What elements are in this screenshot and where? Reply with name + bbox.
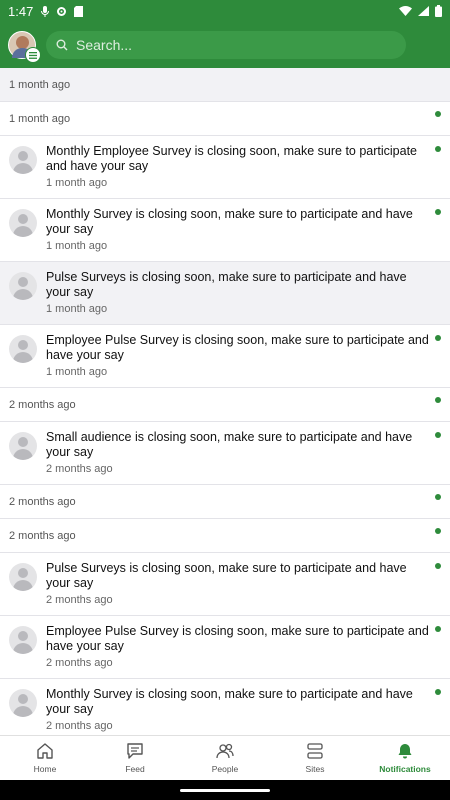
unread-dot-icon (435, 494, 441, 500)
bell-icon (398, 744, 412, 759)
section-header: 1 month ago (0, 102, 450, 136)
section-header-label: 1 month ago (9, 112, 71, 125)
section-header-label: 2 months ago (9, 529, 76, 542)
notification-item[interactable]: Pulse Surveys is closing soon, make sure… (0, 262, 450, 325)
tab-home[interactable]: Home (0, 736, 90, 780)
user-avatar-icon (9, 146, 37, 174)
notification-message: Pulse Surveys is closing soon, make sure… (46, 270, 407, 299)
notification-message: Monthly Employee Survey is closing soon,… (46, 144, 418, 173)
section-header: 2 months ago (0, 519, 450, 553)
user-avatar-icon (9, 335, 37, 363)
feed-icon (127, 743, 143, 759)
section-header: 2 months ago (0, 485, 450, 519)
tab-sites[interactable]: Sites (270, 736, 360, 780)
unread-dot-icon (435, 209, 441, 215)
battery-icon (435, 5, 442, 17)
unread-dot-icon (435, 146, 441, 152)
notification-message: Small audience is closing soon, make sur… (46, 430, 413, 459)
wifi-icon (399, 6, 412, 16)
notification-item[interactable]: Monthly Employee Survey is closing soon,… (0, 136, 450, 199)
user-avatar-icon (9, 432, 37, 460)
section-header-label: 2 months ago (9, 398, 76, 411)
notification-item[interactable]: Monthly Survey is closing soon, make sur… (0, 199, 450, 262)
notification-item[interactable]: Employee Pulse Survey is closing soon, m… (0, 616, 450, 679)
user-avatar-icon (9, 689, 37, 717)
mic-icon (41, 5, 50, 17)
tab-feed[interactable]: Feed (90, 736, 180, 780)
notification-time: 2 months ago (46, 720, 113, 732)
notification-message: Monthly Survey is closing soon, make sur… (46, 207, 413, 236)
user-avatar-icon (9, 209, 37, 237)
signal-icon (418, 6, 429, 16)
notification-item[interactable]: Monthly Survey is closing soon, make sur… (0, 679, 450, 735)
notification-item[interactable]: Pulse Surveys is closing soon, make sure… (0, 553, 450, 616)
notification-message: Pulse Surveys is closing soon, make sure… (46, 561, 407, 590)
unread-dot-icon (435, 335, 441, 341)
notification-list[interactable]: 1 month ago 1 month ago Monthly Employee S… (0, 68, 450, 735)
notification-item[interactable]: Employee Pulse Survey is closing soon, m… (0, 325, 450, 388)
notification-item[interactable]: Small audience is closing soon, make sur… (0, 422, 450, 485)
unread-dot-icon (435, 111, 441, 117)
tab-notifications[interactable]: Notifications (360, 736, 450, 780)
section-header-label: 1 month ago (9, 78, 71, 91)
people-icon (216, 743, 234, 759)
notification-time: 1 month ago (46, 177, 108, 189)
tab-people-label: People (211, 764, 239, 774)
profile-avatar[interactable] (8, 31, 41, 63)
section-header: 1 month ago (0, 68, 450, 102)
user-avatar-icon (9, 626, 37, 654)
notification-time: 2 months ago (46, 657, 113, 669)
section-header-label: 2 months ago (9, 495, 76, 508)
settings-icon (57, 6, 67, 16)
app-bar (0, 22, 450, 68)
unread-dot-icon (435, 432, 441, 438)
search-icon (56, 39, 68, 51)
home-icon (37, 743, 53, 759)
notification-time: 2 months ago (46, 594, 113, 606)
tab-feed-label: Feed (125, 764, 145, 774)
tab-home-label: Home (33, 764, 57, 774)
sd-card-icon (74, 5, 84, 17)
notification-message: Monthly Survey is closing soon, make sur… (46, 687, 413, 716)
unread-dot-icon (435, 528, 441, 534)
user-avatar-icon (9, 272, 37, 300)
unread-dot-icon (435, 626, 441, 632)
notification-time: 2 months ago (46, 463, 113, 475)
notification-time: 1 month ago (46, 303, 108, 315)
unread-dot-icon (435, 563, 441, 569)
tab-people[interactable]: People (180, 736, 270, 780)
status-time: 1:47 (8, 3, 34, 19)
unread-dot-icon (435, 397, 441, 403)
menu-icon (25, 47, 41, 63)
notification-time: 1 month ago (46, 366, 108, 378)
section-header: 2 months ago (0, 388, 450, 422)
notification-message: Employee Pulse Survey is closing soon, m… (46, 333, 429, 362)
sites-icon (307, 743, 323, 759)
user-avatar-icon (9, 563, 37, 591)
notification-time: 1 month ago (46, 240, 108, 252)
tab-sites-label: Sites (305, 764, 325, 774)
tab-notifications-label: Notifications (379, 764, 431, 774)
search-bar[interactable] (46, 31, 406, 59)
status-bar: 1:47 (0, 0, 450, 22)
home-gesture-handle[interactable] (180, 789, 270, 792)
search-input[interactable] (76, 37, 376, 53)
unread-dot-icon (435, 689, 441, 695)
bottom-nav: Home Feed People Sites Notifications (0, 735, 450, 780)
notification-message: Employee Pulse Survey is closing soon, m… (46, 624, 429, 653)
system-nav-bar (0, 780, 450, 800)
